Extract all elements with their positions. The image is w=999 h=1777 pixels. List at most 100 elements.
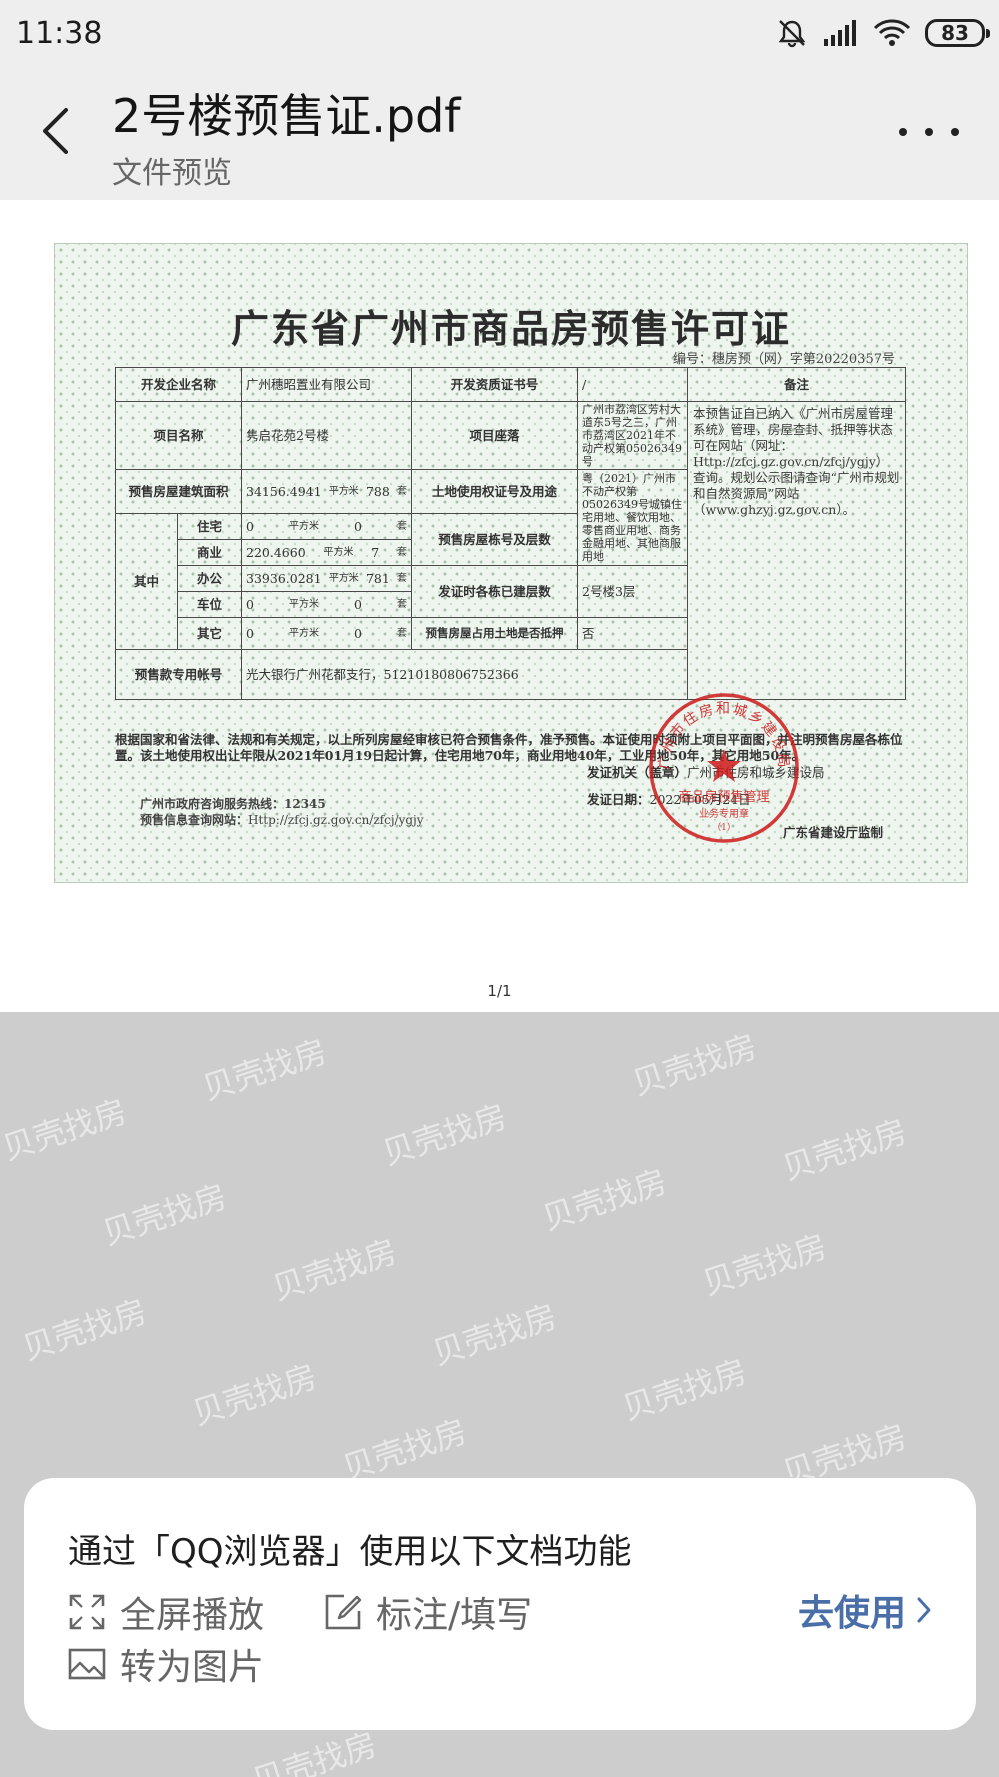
chevron-left-icon bbox=[43, 108, 68, 154]
mute-bell-icon bbox=[775, 18, 809, 48]
parking-cell: 0 平方米 0 套 bbox=[241, 591, 413, 618]
certificate-hotline: 广州市政府咨询服务热线：12345 bbox=[140, 797, 326, 811]
official-seal: 广州市住房和城乡建设局 商品房预售管理 业务专用章 （1） bbox=[649, 693, 799, 843]
label-office: 办公 bbox=[176, 565, 243, 592]
office-cell: 33936.0281 平方米 781 套 bbox=[241, 565, 413, 592]
go-use-button[interactable]: 去使用 bbox=[798, 1584, 932, 1636]
label-commercial: 商业 bbox=[176, 539, 243, 566]
website-url: Http://zfcj.gz.gov.cn/zfcj/ygjy bbox=[248, 813, 424, 827]
label-building-floors: 预售房屋栋号及层数 bbox=[411, 513, 579, 566]
watermark-text: 贝壳找房 bbox=[17, 1292, 152, 1368]
certificate-title: 广东省广州市商品房预售许可证 bbox=[230, 306, 791, 351]
label-escrow-account: 预售款专用帐号 bbox=[114, 649, 243, 700]
unit-sqm: 平方米 bbox=[328, 573, 359, 584]
title-bar: 2号楼预售证.pdf 文件预览 bbox=[0, 66, 999, 200]
value-developer: 广州穗昭置业有限公司 bbox=[241, 367, 413, 402]
value-parking-sets: 0 bbox=[354, 597, 362, 612]
unit-sqm: 平方米 bbox=[323, 547, 354, 558]
label-presale-area: 预售房屋建筑面积 bbox=[114, 469, 243, 514]
feature-annotate-label: 标注/填写 bbox=[376, 1595, 533, 1636]
more-button[interactable] bbox=[899, 110, 959, 154]
go-use-label: 去使用 bbox=[797, 1593, 906, 1634]
label-residential: 住宅 bbox=[176, 513, 243, 540]
unit-sets: 套 bbox=[397, 599, 408, 610]
page-indicator: 1/1 bbox=[487, 982, 512, 1000]
value-residential-area: 0 bbox=[246, 519, 254, 534]
label-developer: 开发企业名称 bbox=[114, 367, 243, 402]
value-location: 广州市荔湾区芳村大道东5号之三，广州市荔湾区2021年不动产权第05026349… bbox=[577, 401, 689, 470]
value-land-mortgage: 否 bbox=[577, 617, 689, 650]
document-viewer[interactable]: 广东省广州市商品房预售许可证 编号：穗房预（网）字第20220357号 开发企业… bbox=[0, 200, 999, 1012]
more-dot bbox=[925, 128, 933, 136]
value-escrow-account: 光大银行广州花都支行，51210180806752366 bbox=[241, 649, 689, 700]
more-dot bbox=[951, 128, 959, 136]
unit-sets: 套 bbox=[397, 547, 408, 558]
watermark-text: 贝壳找房 bbox=[537, 1162, 672, 1238]
value-built-floors: 2号楼3层 bbox=[577, 565, 689, 618]
seal-sub-text: 业务专用章 bbox=[699, 807, 749, 820]
value-residential-sets: 0 bbox=[354, 519, 362, 534]
issue-date-label: 发证日期： bbox=[587, 792, 650, 807]
battery-level: 83 bbox=[941, 21, 969, 45]
unit-sets: 套 bbox=[397, 628, 408, 639]
value-parking-area: 0 bbox=[246, 597, 254, 612]
value-office-sets: 781 bbox=[365, 571, 390, 586]
status-bar: 11:38 83 bbox=[0, 0, 999, 66]
watermark-text: 贝壳找房 bbox=[0, 1092, 132, 1168]
edit-icon bbox=[325, 1594, 362, 1630]
more-dot bbox=[899, 128, 907, 136]
watermark-text: 贝壳找房 bbox=[627, 1027, 762, 1103]
value-other-sets: 0 bbox=[354, 626, 362, 641]
unit-sets: 套 bbox=[397, 486, 407, 497]
label-location: 项目座落 bbox=[411, 401, 579, 470]
feature-fullscreen-label: 全屏播放 bbox=[120, 1595, 265, 1636]
fullscreen-icon bbox=[69, 1594, 105, 1630]
watermark-text: 贝壳找房 bbox=[377, 1097, 512, 1173]
unit-sqm: 平方米 bbox=[289, 599, 319, 610]
value-project-name: 隽启花苑2号楼 bbox=[241, 401, 413, 470]
value-remarks: 本预售证自已纳入《广州市房屋管理系统》管理，房屋查封、抵押等状态可在网站（网址：… bbox=[687, 401, 907, 700]
battery-icon: 83 bbox=[925, 19, 990, 47]
label-qualification: 开发资质证书号 bbox=[411, 367, 579, 402]
label-land-use: 土地使用权证号及用途 bbox=[411, 469, 579, 514]
commercial-cell: 220.4660 平方米 7 套 bbox=[241, 539, 413, 566]
presale-area-cell: 34156.4941 平方米 788 套 bbox=[241, 469, 413, 514]
wifi-icon bbox=[873, 18, 911, 48]
feature-annotate[interactable]: 标注/填写 bbox=[324, 1586, 532, 1638]
value-other-area: 0 bbox=[246, 626, 254, 641]
file-title: 2号楼预售证.pdf bbox=[112, 89, 461, 143]
unit-sqm: 平方米 bbox=[328, 486, 359, 497]
seal-code: （1） bbox=[712, 822, 736, 833]
value-commercial-area: 220.4660 bbox=[246, 545, 306, 560]
unit-sets: 套 bbox=[397, 573, 407, 584]
value-land-use: 粤（2021）广州市不动产权第05026349号城镇住宅用地、餐饮用地、零售商业… bbox=[577, 469, 689, 566]
value-commercial-sets: 7 bbox=[371, 545, 380, 560]
unit-sets: 套 bbox=[397, 521, 408, 532]
feature-to-image[interactable]: 转为图片 bbox=[68, 1638, 264, 1690]
certificate-table: 开发企业名称 广州穗昭置业有限公司 开发资质证书号 / 备注 项目名称 隽启花苑… bbox=[114, 367, 907, 700]
back-button[interactable] bbox=[30, 96, 80, 166]
chevron-right-icon bbox=[917, 1597, 931, 1623]
website-label: 预售信息查询网站： bbox=[140, 813, 249, 827]
watermark-text: 贝壳找房 bbox=[187, 1357, 322, 1433]
value-presale-area: 34156.4941 bbox=[246, 484, 322, 499]
signal-icon bbox=[823, 19, 859, 47]
label-land-mortgage: 预售房屋占用土地是否抵押 bbox=[411, 617, 579, 650]
file-subtitle: 文件预览 bbox=[112, 156, 232, 191]
certificate-number: 编号：穗房预（网）字第20220357号 bbox=[672, 352, 895, 367]
value-presale-sets: 788 bbox=[365, 484, 390, 499]
seal-bottom-text: 商品房预售管理 bbox=[678, 789, 769, 805]
presale-certificate: 广东省广州市商品房预售许可证 编号：穗房预（网）字第20220357号 开发企业… bbox=[54, 243, 968, 883]
qq-browser-promo-card: 通过「QQ浏览器」使用以下文档功能 全屏播放 标注/填写 转为图片 去使用 bbox=[24, 1478, 976, 1730]
feature-fullscreen[interactable]: 全屏播放 bbox=[68, 1586, 264, 1638]
promo-title: 通过「QQ浏览器」使用以下文档功能 bbox=[68, 1532, 632, 1572]
label-of-which: 其中 bbox=[115, 513, 178, 650]
watermark-text: 贝壳找房 bbox=[697, 1227, 832, 1303]
watermark-text: 贝壳找房 bbox=[777, 1112, 912, 1188]
watermark-text: 贝壳找房 bbox=[197, 1032, 332, 1108]
label-remarks: 备注 bbox=[687, 367, 907, 402]
watermark-text: 贝壳找房 bbox=[267, 1232, 402, 1308]
unit-sqm: 平方米 bbox=[289, 628, 319, 639]
watermark-text: 贝壳找房 bbox=[97, 1177, 232, 1253]
value-office-area: 33936.0281 bbox=[246, 571, 322, 586]
